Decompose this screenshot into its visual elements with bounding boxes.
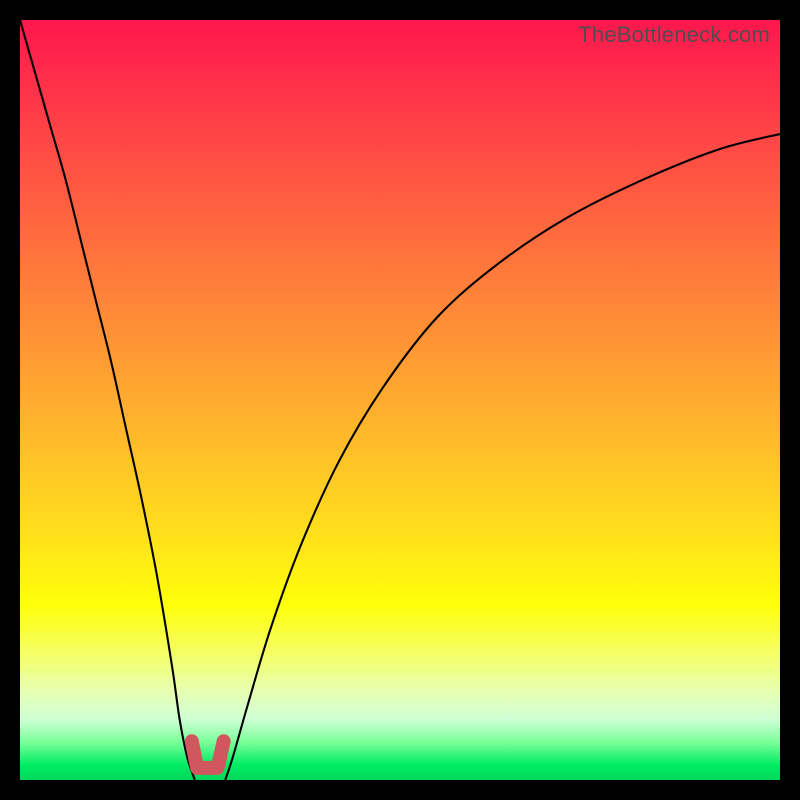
plot-area: TheBottleneck.com — [20, 20, 780, 780]
curve-b — [225, 134, 780, 780]
chart-frame: TheBottleneck.com — [0, 0, 800, 800]
valley-marker — [192, 741, 224, 768]
curve-a — [20, 20, 195, 780]
curves-svg — [20, 20, 780, 780]
